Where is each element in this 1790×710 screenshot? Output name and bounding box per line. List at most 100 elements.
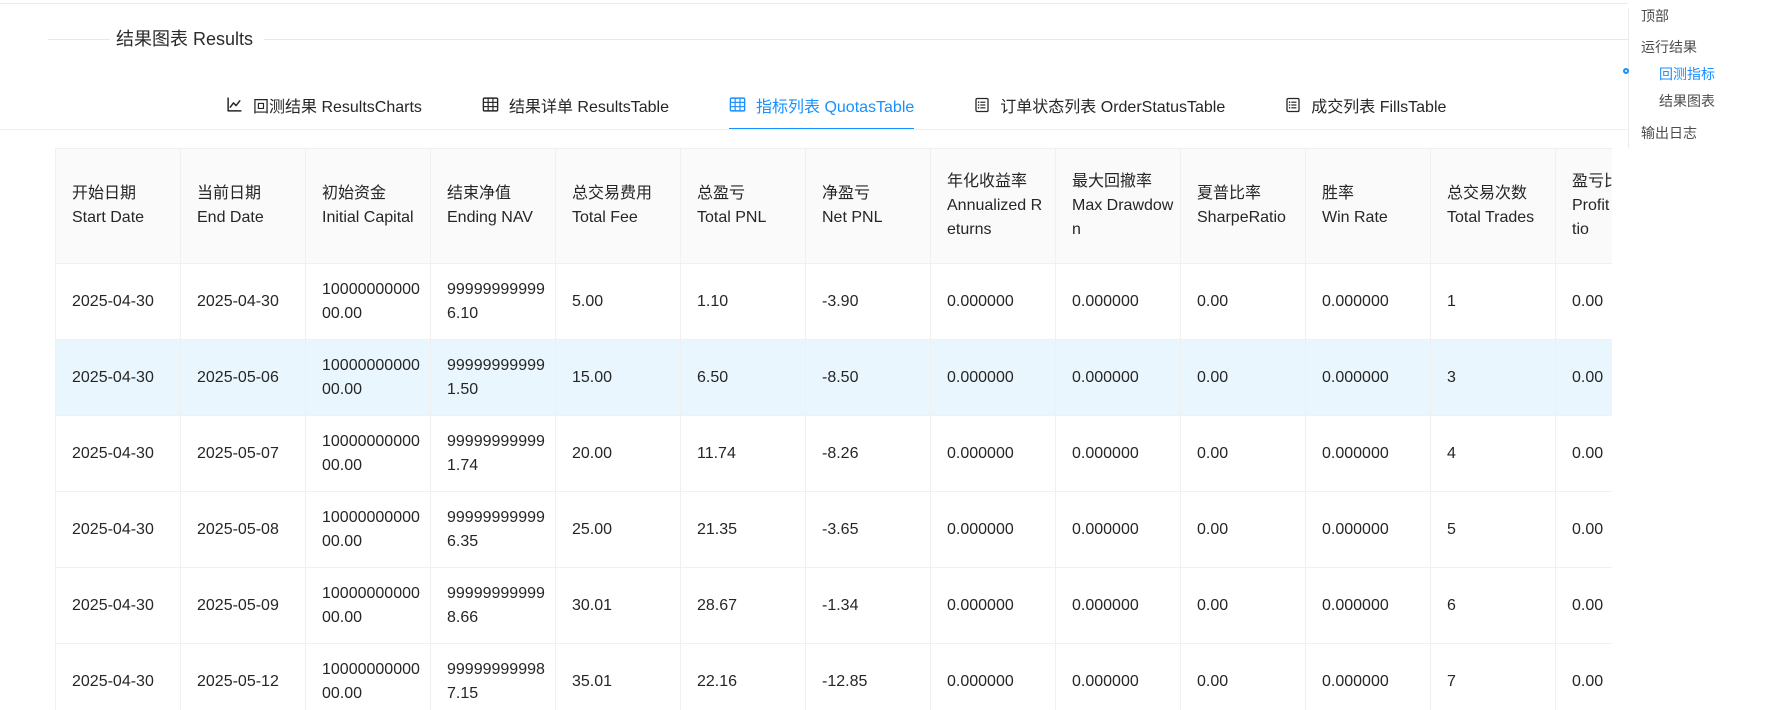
table-cell: -1.34 <box>806 568 931 644</box>
tab-label: 结果详单 ResultsTable <box>509 93 669 117</box>
column-title-en: Net PNL <box>822 206 924 230</box>
column-header: 最大回撤率Max Drawdown <box>1056 149 1181 264</box>
column-title-en: Total Fee <box>572 206 674 230</box>
column-header: 初始资金Initial Capital <box>306 149 431 264</box>
table-cell: 11.74 <box>681 416 806 492</box>
anchor-link-4[interactable]: 输出日志 <box>1641 124 1697 142</box>
table-cell: -12.85 <box>806 644 931 710</box>
column-header: 总盈亏Total PNL <box>681 149 806 264</box>
table-row: 2025-04-302025-05-121000000000000.009999… <box>56 644 1613 710</box>
table-cell: 1000000000000.00 <box>306 264 431 340</box>
anchor-link-2[interactable]: 回测指标 <box>1659 65 1715 83</box>
table-cell: 999999999991.74 <box>431 416 556 492</box>
column-title-en: End Date <box>197 206 299 230</box>
tab-quotastable[interactable]: 指标列表 QuotasTable <box>729 79 914 130</box>
column-title-en: Win Rate <box>1322 206 1424 230</box>
tab-orderstatustable[interactable]: 订单状态列表 OrderStatusTable <box>974 79 1225 130</box>
table-cell: 2025-04-30 <box>56 492 181 568</box>
column-title-zh: 总交易费用 <box>572 182 674 206</box>
table-cell: -8.26 <box>806 416 931 492</box>
column-title-zh: 年化收益率 <box>947 170 1049 194</box>
table-cell: 0.000000 <box>931 644 1056 710</box>
column-title-zh: 夏普比率 <box>1197 182 1299 206</box>
table-icon <box>482 96 499 113</box>
table-cell: 1000000000000.00 <box>306 340 431 416</box>
results-tabbar: 回测结果 ResultsCharts 结果详单 ResultsTable 指标列表 … <box>226 79 1446 130</box>
table-row: 2025-04-302025-05-061000000000000.009999… <box>56 340 1613 416</box>
tab-label: 订单状态列表 OrderStatusTable <box>1000 93 1225 117</box>
table-cell: 6.50 <box>681 340 806 416</box>
table-row: 2025-04-302025-04-301000000000000.009999… <box>56 264 1613 340</box>
tab-label: 回测结果 ResultsCharts <box>253 93 422 117</box>
table-cell: 2025-04-30 <box>181 264 306 340</box>
table-cell: 999999999991.50 <box>431 340 556 416</box>
column-title-en: Profit Loss Ratio <box>1572 194 1612 242</box>
table-cell: 25.00 <box>556 492 681 568</box>
profile-icon <box>974 97 990 113</box>
column-title-zh: 总交易次数 <box>1447 182 1549 206</box>
column-title-zh: 初始资金 <box>322 182 424 206</box>
table-row: 2025-04-302025-05-081000000000000.009999… <box>56 492 1613 568</box>
column-header: 总交易次数Total Trades <box>1431 149 1556 264</box>
table-cell: 0.00 <box>1556 492 1613 568</box>
column-title-zh: 总盈亏 <box>697 182 799 206</box>
table-cell: 0.00 <box>1181 644 1306 710</box>
table-cell: 0.000000 <box>1056 644 1181 710</box>
column-title-en: Annualized Returns <box>947 194 1049 242</box>
title-divider-left <box>48 39 110 40</box>
table-cell: 2025-05-09 <box>181 568 306 644</box>
line-chart-icon <box>226 96 243 113</box>
table-cell: 6 <box>1431 568 1556 644</box>
anchor-link-0[interactable]: 顶部 <box>1641 7 1669 25</box>
table-cell: 1000000000000.00 <box>306 492 431 568</box>
table-cell: 2025-05-07 <box>181 416 306 492</box>
table-cell: 0.000000 <box>1306 568 1431 644</box>
anchor-active-dot-icon <box>1623 68 1629 74</box>
table-cell: 2025-04-30 <box>56 416 181 492</box>
table-cell: 0.00 <box>1556 568 1613 644</box>
table-cell: 0.000000 <box>1306 492 1431 568</box>
anchor-link-3[interactable]: 结果图表 <box>1659 92 1715 110</box>
tab-resultscharts[interactable]: 回测结果 ResultsCharts <box>226 79 422 130</box>
tab-fillstable[interactable]: 成交列表 FillsTable <box>1285 79 1446 130</box>
column-header: 总交易费用Total Fee <box>556 149 681 264</box>
table-cell: 0.00 <box>1181 568 1306 644</box>
top-divider-line <box>0 3 1628 4</box>
results-panel: 结果图表 Results 回测结果 ResultsCharts结果详单 Resu… <box>0 0 1790 710</box>
column-title-zh: 盈亏比 <box>1572 170 1612 194</box>
anchor-link-1[interactable]: 运行结果 <box>1641 38 1697 56</box>
table-cell: 0.000000 <box>1306 416 1431 492</box>
table-cell: 0.00 <box>1556 644 1613 710</box>
table-cell: 999999999996.35 <box>431 492 556 568</box>
table-cell: 0.000000 <box>1306 264 1431 340</box>
table-icon <box>729 96 746 113</box>
table-cell: 0.000000 <box>1056 492 1181 568</box>
tab-label: 指标列表 QuotasTable <box>756 93 914 117</box>
column-title-zh: 结束净值 <box>447 182 549 206</box>
table-cell: 2025-04-30 <box>56 340 181 416</box>
column-title-zh: 开始日期 <box>72 182 174 206</box>
table-cell: 0.000000 <box>1306 644 1431 710</box>
table-cell: -8.50 <box>806 340 931 416</box>
table-cell: 1 <box>1431 264 1556 340</box>
table-header-row: 开始日期Start Date当前日期End Date初始资金Initial Ca… <box>56 149 1613 264</box>
table-cell: 5 <box>1431 492 1556 568</box>
table-cell: 0.00 <box>1556 416 1613 492</box>
table-cell: -3.65 <box>806 492 931 568</box>
table-cell: 0.00 <box>1556 340 1613 416</box>
table-cell: 15.00 <box>556 340 681 416</box>
table-cell: 22.16 <box>681 644 806 710</box>
column-header: 盈亏比Profit Loss Ratio <box>1556 149 1613 264</box>
tabbar-bottom-border <box>0 129 1628 130</box>
table-cell: 35.01 <box>556 644 681 710</box>
table-cell: 999999999996.10 <box>431 264 556 340</box>
table-cell: 4 <box>1431 416 1556 492</box>
column-title-zh: 最大回撤率 <box>1072 170 1174 194</box>
tab-resultstable[interactable]: 结果详单 ResultsTable <box>482 79 669 130</box>
table-cell: 0.000000 <box>1306 340 1431 416</box>
table-cell: 0.00 <box>1181 340 1306 416</box>
table-cell: 2025-04-30 <box>56 644 181 710</box>
table-cell: 2025-04-30 <box>56 568 181 644</box>
table-cell: 999999999987.15 <box>431 644 556 710</box>
column-header: 当前日期End Date <box>181 149 306 264</box>
